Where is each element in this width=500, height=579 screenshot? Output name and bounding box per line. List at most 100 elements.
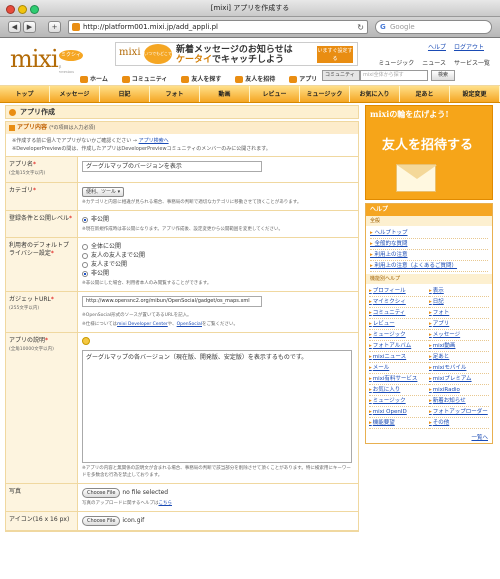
help-item[interactable]: ミュージック — [369, 330, 429, 341]
feature-help-title: 機能別ヘルプ — [366, 274, 492, 284]
invite-promo[interactable]: mixiの輪を広げよう! 友人を招待する — [365, 105, 493, 200]
help-item[interactable]: アプリ — [429, 319, 489, 330]
gnav-diary[interactable]: 日記 — [100, 86, 150, 102]
banner-button[interactable]: いますぐ設定する — [317, 46, 353, 63]
help-item[interactable]: mixiニュース — [369, 352, 429, 363]
gadget-hint2-mid: や、 — [167, 322, 177, 327]
help-item[interactable]: レビュー — [369, 319, 429, 330]
window-title: [mixi] アプリを作成する — [210, 4, 290, 12]
privacy-radio-fof[interactable]: 友人の友人まで公開 — [82, 251, 354, 260]
help-item[interactable]: 日記 — [429, 297, 489, 308]
description-textarea[interactable]: グーグルマップの各バージョン（現在版、開発版、安定版）を表示するものです。 — [82, 350, 352, 463]
search-input[interactable]: G Google — [375, 20, 492, 34]
usage-notes-link[interactable]: 利用上の注意 — [370, 250, 488, 261]
help-item[interactable]: ミュージック — [369, 396, 429, 407]
home-icon — [80, 76, 88, 83]
required-note: (*の項目は入力必須) — [49, 125, 96, 131]
search-placeholder: Google — [390, 23, 415, 31]
back-button[interactable]: ◀ — [8, 21, 21, 33]
gnav-photo[interactable]: フォト — [150, 86, 200, 102]
mixi-logo[interactable]: mixi ミクシィ β version — [10, 45, 83, 74]
nav-invite[interactable]: 友人を招待 — [235, 76, 275, 83]
zoom-window-button[interactable] — [30, 5, 39, 14]
ad-banner[interactable]: mixi いつでもどこでも 新着メッセージのお知らせは ケータイでキャッチしよう … — [115, 42, 358, 76]
help-item[interactable]: フォト — [429, 308, 489, 319]
photo-choose-file-button[interactable]: Choose File — [82, 488, 121, 498]
add-bookmark-button[interactable]: + — [48, 21, 61, 33]
required-star: * — [50, 250, 54, 257]
logout-link[interactable]: ログアウト — [454, 44, 484, 51]
registration-radio[interactable]: 非公開 — [82, 215, 354, 224]
gnav-review[interactable]: レビュー — [250, 86, 300, 102]
help-item[interactable]: mixi OpenID — [369, 407, 429, 418]
emoji-icon[interactable] — [82, 337, 90, 345]
gadget-url-input[interactable]: http://www.opensnc2.org/mibun/OpenSocial… — [82, 296, 262, 307]
privacy-radio-public[interactable]: 全体に公開 — [82, 242, 354, 251]
nav-find-friends[interactable]: 友人を探す — [181, 76, 221, 83]
help-item[interactable]: メッセージ — [429, 330, 489, 341]
help-item[interactable]: フォトアルバム — [369, 341, 429, 352]
privacy-radio-friends[interactable]: 友人まで公開 — [82, 260, 354, 269]
more-help-link[interactable]: 一覧へ — [366, 431, 492, 443]
nav-home-label: ホーム — [90, 76, 108, 83]
help-item[interactable]: 表示 — [429, 286, 489, 297]
help-item[interactable]: mixi有料サービス — [369, 374, 429, 385]
help-item[interactable]: メール — [369, 363, 429, 374]
gadget-hint2: ※仕様については — [82, 322, 118, 327]
privacy-option: 非公開 — [91, 270, 110, 277]
gnav-message[interactable]: メッセージ — [50, 86, 100, 102]
logo-badge: ミクシィ — [59, 50, 83, 61]
required-star: * — [69, 215, 73, 222]
help-item[interactable]: プロフィール — [369, 286, 429, 297]
radio-selected-icon — [82, 270, 88, 277]
search-button[interactable]: 検索 — [431, 70, 455, 81]
reload-icon[interactable]: ↻ — [357, 22, 364, 34]
help-item[interactable]: お気に入り — [369, 385, 429, 396]
services-link[interactable]: サービス一覧 — [454, 60, 490, 67]
gnav-settings[interactable]: 設定変更 — [450, 86, 500, 102]
help-item[interactable]: その他 — [429, 418, 489, 429]
search-scope-select[interactable]: コミュニティ — [322, 70, 360, 81]
help-item[interactable]: 新着お知らせ — [429, 396, 489, 407]
help-item[interactable]: mixiRadio — [429, 385, 489, 396]
gnav-top[interactable]: トップ — [0, 86, 50, 102]
help-item[interactable]: mixiプレミアム — [429, 374, 489, 385]
community-search-input[interactable]: mixi全体から探す — [360, 70, 428, 81]
icon-choose-file-button[interactable]: Choose File — [82, 516, 121, 526]
music-link[interactable]: ミュージック — [378, 60, 414, 67]
nav-community[interactable]: コミュニティ — [121, 76, 167, 83]
forward-button[interactable]: ▶ — [23, 21, 36, 33]
close-window-button[interactable] — [6, 5, 15, 14]
row-icon: アイコン(16 x 16 px) Choose File icon.gif — [6, 512, 358, 531]
nav-apps-label: アプリ — [299, 76, 318, 83]
address-bar[interactable]: http://platform001.mixi.jp/add_appli.pl … — [68, 20, 368, 34]
gnav-favorites[interactable]: お気に入り — [350, 86, 400, 102]
app-search-link[interactable]: アプリ検索へ — [139, 138, 169, 144]
banner-logo: mixi — [119, 47, 141, 58]
help-item[interactable]: mixiモバイル — [429, 363, 489, 374]
help-item[interactable]: フォトアップローダー — [429, 407, 489, 418]
minimize-window-button[interactable] — [18, 5, 27, 14]
gnav-video[interactable]: 動画 — [200, 86, 250, 102]
category-select[interactable]: 便利、ツール ▾ — [82, 187, 125, 197]
dev-center-link[interactable]: mixi Developer Center — [117, 322, 168, 327]
nav-apps[interactable]: アプリ — [289, 76, 317, 83]
gnav-footprints[interactable]: 足あと — [400, 86, 450, 102]
nav-home[interactable]: ホーム — [80, 76, 108, 83]
privacy-radio-private[interactable]: 非公開 — [82, 269, 354, 278]
opensocial-link[interactable]: OpenSocial — [177, 322, 202, 327]
general-faq-link[interactable]: 全般的な質問 — [370, 239, 488, 250]
gnav-music[interactable]: ミュージック — [300, 86, 350, 102]
usage-faq-link[interactable]: 利用上の注意（よくあるご質問） — [370, 261, 488, 272]
help-item[interactable]: 足あと — [429, 352, 489, 363]
news-link[interactable]: ニュース — [422, 60, 446, 67]
help-link[interactable]: ヘルプ — [428, 44, 446, 51]
photo-help-link[interactable]: こちら — [159, 501, 173, 506]
help-item[interactable]: mixi動画 — [429, 341, 489, 352]
icon-label: アイコン(16 x 16 px) — [9, 516, 70, 523]
help-item[interactable]: コミュニティ — [369, 308, 429, 319]
help-item[interactable]: マイミクシィ — [369, 297, 429, 308]
help-top-link[interactable]: ヘルプトップ — [370, 228, 488, 239]
app-name-input[interactable]: グーグルマップのバージョンを表示 — [82, 161, 262, 172]
help-item[interactable]: 機能要望 — [369, 418, 429, 429]
